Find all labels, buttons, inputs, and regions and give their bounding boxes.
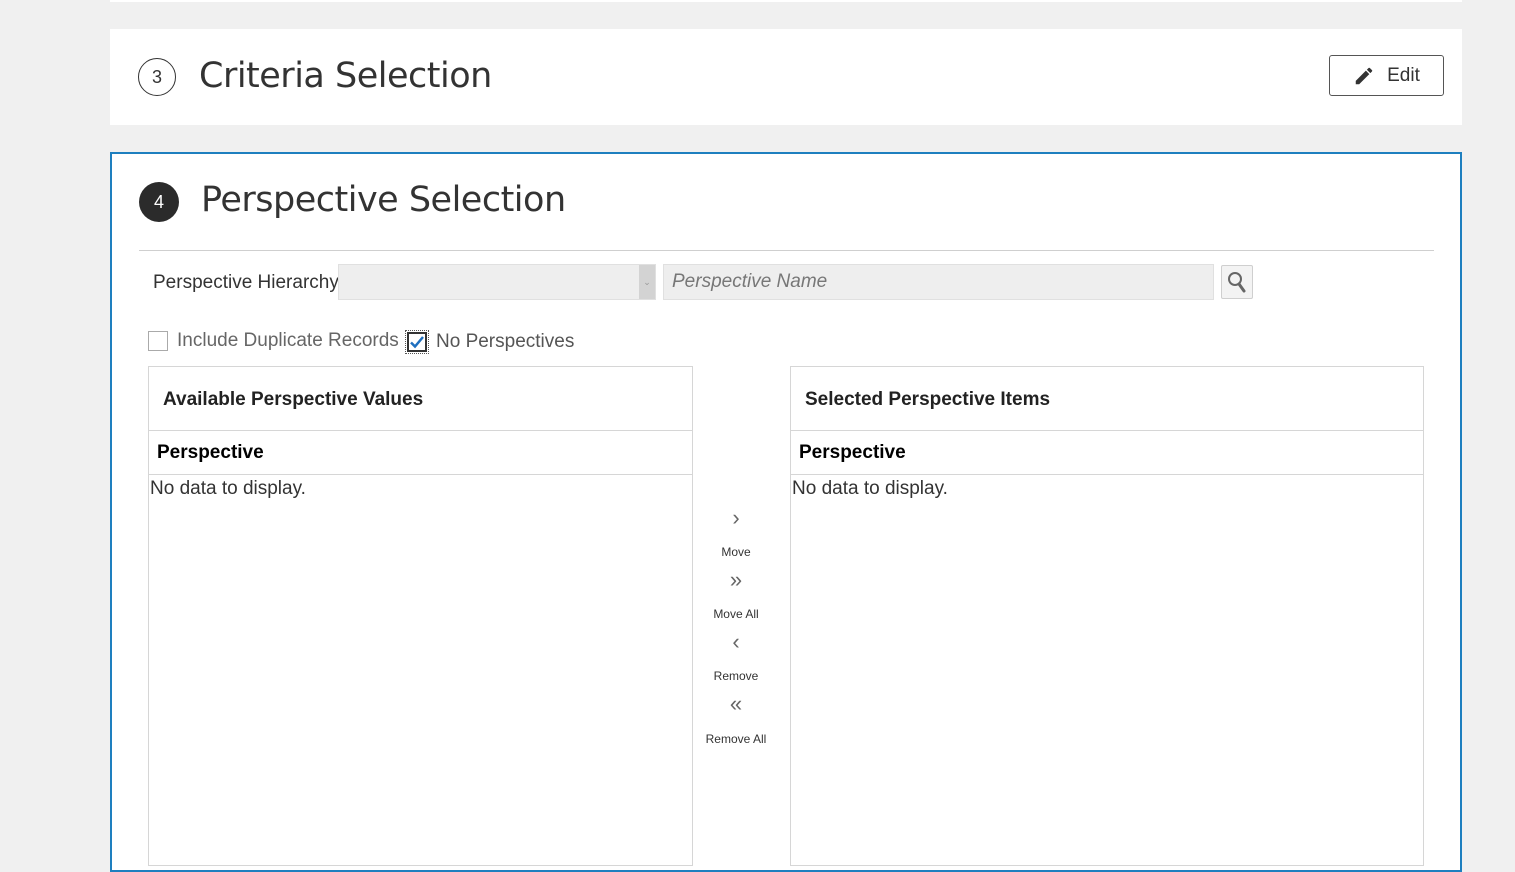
no-perspectives-option[interactable]: No Perspectives xyxy=(405,330,575,354)
available-panel-title: Available Perspective Values xyxy=(149,367,692,431)
chevron-down-icon[interactable]: ⌄ xyxy=(639,265,655,299)
search-icon xyxy=(1228,272,1246,293)
no-perspectives-checkbox[interactable] xyxy=(405,330,429,354)
available-empty-message: No data to display. xyxy=(150,478,306,499)
remove-all-button[interactable]: Remove All xyxy=(693,732,779,746)
remove-button[interactable]: Remove xyxy=(693,669,779,683)
edit-button[interactable]: Edit xyxy=(1329,55,1444,96)
selected-perspective-items-panel: Selected Perspective Items Perspective N… xyxy=(790,366,1424,866)
selected-panel-title: Selected Perspective Items xyxy=(791,367,1423,431)
previous-step-panel xyxy=(110,0,1462,2)
remove-all-icon[interactable]: « xyxy=(693,691,779,717)
move-icon[interactable]: › xyxy=(693,505,779,531)
remove-icon[interactable]: ‹ xyxy=(693,629,779,655)
move-button[interactable]: Move xyxy=(693,545,779,559)
include-duplicates-option[interactable]: Include Duplicate Records xyxy=(148,330,399,352)
move-all-button[interactable]: Move All xyxy=(693,607,779,621)
perspective-hierarchy-label: Perspective Hierarchy xyxy=(153,272,339,293)
pencil-icon xyxy=(1355,67,1373,84)
checkmark-icon xyxy=(410,336,424,349)
available-perspective-values-panel: Available Perspective Values Perspective… xyxy=(148,366,693,866)
perspective-selection-title: Perspective Selection xyxy=(201,180,566,220)
search-button[interactable] xyxy=(1221,265,1253,299)
no-perspectives-label: No Perspectives xyxy=(436,331,575,352)
step-3-badge: 3 xyxy=(138,58,176,96)
criteria-selection-title: Criteria Selection xyxy=(199,56,492,96)
perspective-name-input[interactable] xyxy=(663,264,1214,300)
selected-empty-message: No data to display. xyxy=(792,478,948,499)
include-duplicates-checkbox[interactable] xyxy=(148,331,168,351)
section-divider xyxy=(139,250,1434,251)
move-all-icon[interactable]: » xyxy=(693,567,779,593)
available-column-header[interactable]: Perspective xyxy=(149,431,692,475)
selected-column-header[interactable]: Perspective xyxy=(791,431,1423,475)
step-4-badge: 4 xyxy=(139,182,179,222)
edit-button-label: Edit xyxy=(1387,64,1420,86)
include-duplicates-label: Include Duplicate Records xyxy=(177,330,399,351)
perspective-hierarchy-select[interactable]: ⌄ xyxy=(338,264,656,300)
